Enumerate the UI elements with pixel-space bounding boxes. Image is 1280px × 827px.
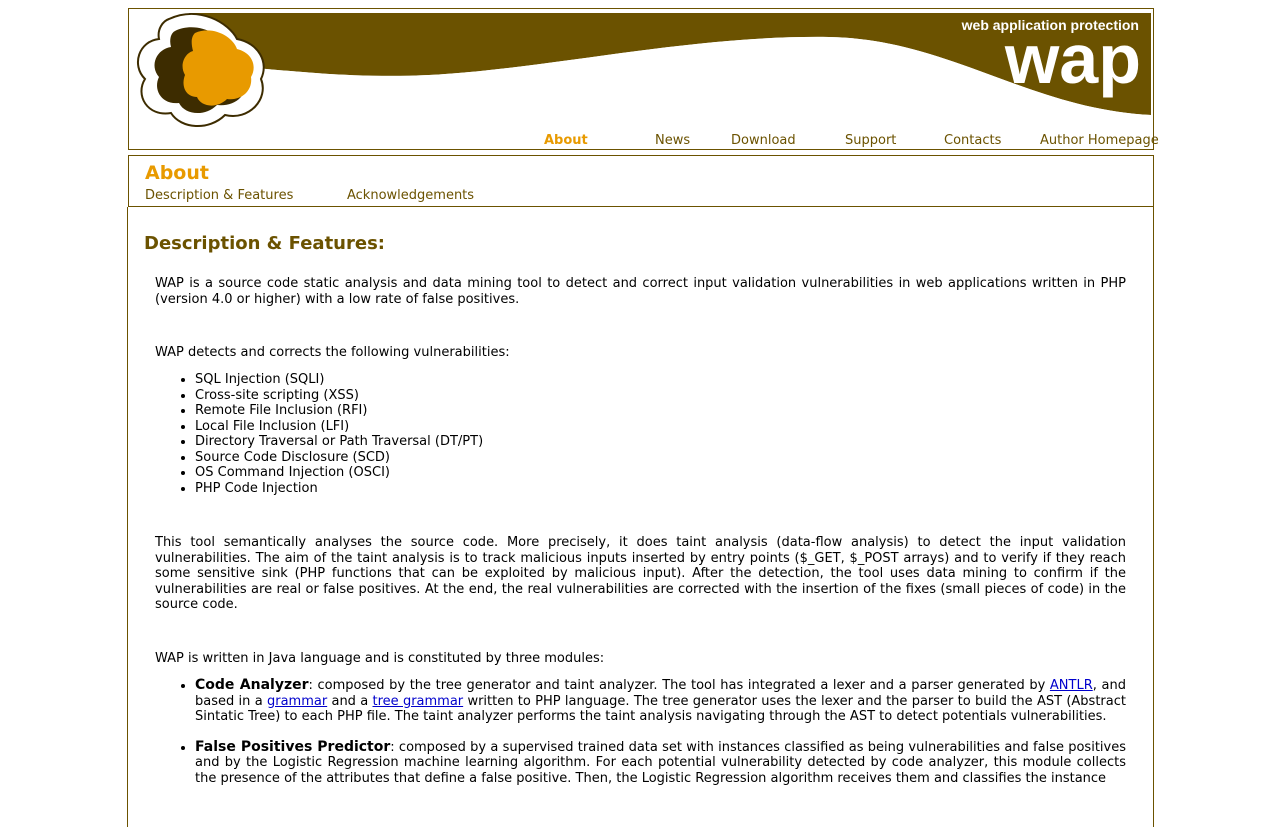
list-item: PHP Code Injection [195, 481, 483, 497]
subnav-acknowledgements[interactable]: Acknowledgements [347, 188, 474, 203]
nav-author-homepage[interactable]: Author Homepage [1040, 133, 1159, 148]
nav-about[interactable]: About [544, 133, 588, 148]
main-content: Description & Features: WAP is a source … [127, 207, 1154, 827]
intro-paragraph: WAP is a source code static analysis and… [155, 276, 1126, 307]
module-name: False Positives Predictor [195, 738, 391, 755]
nav-support[interactable]: Support [845, 133, 896, 148]
list-item: Cross-site scripting (XSS) [195, 388, 483, 404]
list-item: Source Code Disclosure (SCD) [195, 450, 483, 466]
detects-intro: WAP detects and corrects the following v… [155, 345, 510, 360]
list-item: OS Command Injection (OSCI) [195, 465, 483, 481]
vulnerability-list: SQL Injection (SQLI) Cross-site scriptin… [155, 372, 483, 496]
analysis-paragraph: This tool semantically analyses the sour… [155, 535, 1126, 612]
modules-intro: WAP is written in Java language and is c… [155, 651, 605, 666]
header: web application protection wap About New… [128, 8, 1159, 150]
wap-logo-banner: web application protection wap [136, 13, 1151, 128]
grammar-link[interactable]: grammar [267, 694, 327, 709]
nav-contacts[interactable]: Contacts [944, 133, 1001, 148]
list-item: Remote File Inclusion (RFI) [195, 403, 483, 419]
main-nav: About News Download Support Contacts Aut… [129, 133, 1159, 149]
nav-news[interactable]: News [655, 133, 690, 148]
nav-download[interactable]: Download [731, 133, 796, 148]
subnav: About Description & Features Acknowledge… [128, 155, 1154, 207]
page-title: Description & Features: [144, 233, 385, 254]
subnav-title: About [145, 162, 209, 184]
module-name: Code Analyzer [195, 677, 309, 693]
list-item: Directory Traversal or Path Traversal (D… [195, 434, 483, 450]
module-false-positives-predictor: False Positives Predictor: composed by a… [195, 738, 1126, 787]
modules-list: Code Analyzer: composed by the tree gene… [155, 677, 1126, 801]
banner-logo-text: wap [1004, 20, 1141, 98]
banner: web application protection wap [129, 9, 1153, 129]
list-item: SQL Injection (SQLI) [195, 372, 483, 388]
list-item: Local File Inclusion (LFI) [195, 419, 483, 435]
antlr-link[interactable]: ANTLR [1050, 678, 1093, 693]
module-code-analyzer: Code Analyzer: composed by the tree gene… [195, 677, 1126, 725]
tree-grammar-link[interactable]: tree grammar [373, 694, 464, 709]
subnav-description-features[interactable]: Description & Features [145, 188, 293, 203]
